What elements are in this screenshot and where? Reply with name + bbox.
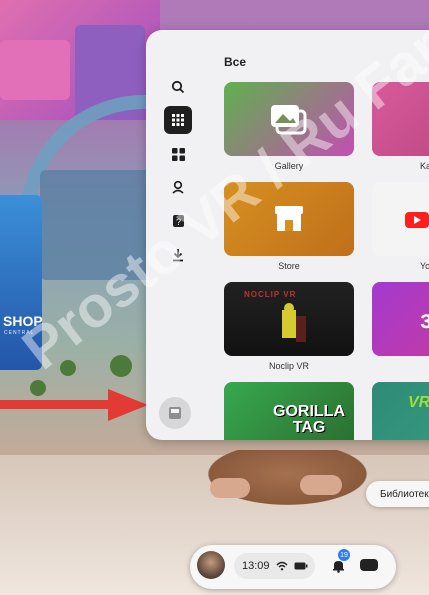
app-library-panel: ? Все Gallery Ka Store Yo NOCLIP VR Nocl… <box>146 30 429 440</box>
app-tile-store[interactable] <box>224 182 354 256</box>
search-icon[interactable] <box>164 73 192 101</box>
hand-knuckle <box>300 475 342 495</box>
app-label: Noclip VR <box>268 361 309 371</box>
app-tile-gallery[interactable] <box>224 82 354 156</box>
wifi-icon <box>276 561 288 571</box>
app-tile-noclip[interactable]: NOCLIP VR <box>224 282 354 356</box>
hand-knuckle <box>210 478 250 498</box>
palm-tree <box>30 380 46 396</box>
avatar[interactable] <box>197 551 225 579</box>
shop-sign: SHOP <box>3 313 43 329</box>
vr-tile-title: VR <box>408 394 429 411</box>
headset-icon[interactable] <box>360 559 378 571</box>
section-title: Все <box>224 55 247 69</box>
app-label: Ka <box>420 161 429 171</box>
gorilla-tag-title: GORILLA TAG <box>273 403 345 436</box>
gallery-icon <box>271 105 307 135</box>
store-icon <box>275 206 303 231</box>
taskbar: 13:09 19 <box>190 545 396 589</box>
status-pill[interactable]: 13:09 <box>234 553 315 579</box>
palm-tree <box>110 355 132 377</box>
app-tile-youtube[interactable] <box>372 182 429 256</box>
library-button[interactable]: Библиотек <box>366 481 429 507</box>
red-arrow <box>0 400 110 409</box>
app-tile-vr[interactable]: VR <box>372 382 429 440</box>
apps-icon[interactable] <box>164 140 192 168</box>
download-icon[interactable] <box>164 241 192 269</box>
red-arrow-head <box>108 389 148 421</box>
noclip-figure-icon <box>282 303 306 342</box>
background-building <box>0 40 70 100</box>
clock-time: 13:09 <box>242 560 270 572</box>
app-label: Gallery <box>274 161 304 171</box>
app-label: Yo <box>420 261 429 271</box>
library-icon[interactable] <box>159 397 191 429</box>
help-icon[interactable]: ? <box>164 207 192 235</box>
app-tile-gorilla-tag[interactable]: GORILLA TAG <box>224 382 354 440</box>
background-structure <box>40 170 150 280</box>
shop-display <box>0 195 42 370</box>
app-tile-second[interactable] <box>372 82 429 156</box>
shop-subtitle: CENTRAL <box>4 330 35 336</box>
battery-icon <box>294 562 308 570</box>
people-icon[interactable] <box>164 173 192 201</box>
svg-text:?: ? <box>175 217 180 227</box>
app-tile-sixth[interactable]: ɜ <box>372 282 429 356</box>
youtube-icon <box>405 212 429 228</box>
grid-icon[interactable] <box>164 106 192 134</box>
app-label: Store <box>278 261 300 271</box>
palm-tree <box>60 360 76 376</box>
notification-badge: 19 <box>338 549 350 561</box>
noclip-overlay-text: NOCLIP VR <box>244 290 297 299</box>
app-tile-glyph: ɜ <box>420 304 429 334</box>
